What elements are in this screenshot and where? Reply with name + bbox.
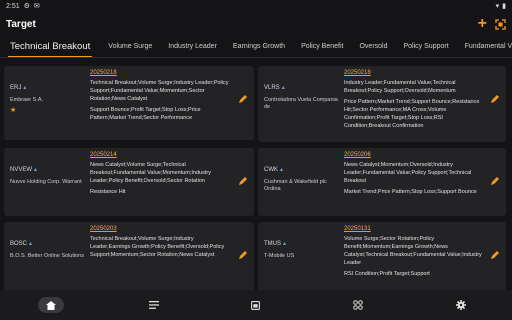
nav-grid[interactable] [345, 297, 371, 313]
company-name: B.O.S. Better Online Solutions [10, 253, 84, 259]
add-icon[interactable]: + [478, 16, 487, 32]
target-card[interactable]: ERJ ▴ Embraer S.A. ★ 20250218 Technical B… [4, 66, 254, 140]
bottom-navigation [0, 290, 512, 320]
signal-date: 20250218 [344, 70, 371, 76]
us-flag-icon: ▴ [34, 167, 38, 173]
page-title: Target [6, 18, 36, 30]
scan-icon[interactable] [495, 18, 506, 30]
signal-tags: Volume Surge;Sector Rotation;Policy Bene… [344, 236, 482, 266]
edit-icon[interactable] [490, 176, 500, 186]
ticker-symbol: VLRS [264, 84, 280, 91]
technical-tags: Price Pattern;Market Trend;Support Bounc… [344, 98, 480, 129]
tab-technical-breakout[interactable]: Technical Breakout [0, 36, 100, 57]
calendar-icon [251, 300, 261, 310]
tab-volume-surge[interactable]: Volume Surge [100, 36, 160, 57]
tab-policy-support[interactable]: Policy Support [396, 36, 457, 57]
settings-status-icon: ⚙ [23, 2, 30, 10]
ticker-symbol: BOSC [10, 240, 28, 247]
company-name: T-Mobile US [264, 253, 295, 259]
signal-date: 20250214 [90, 152, 117, 158]
signal-tags: Industry Leader;Fundamental Value;Techni… [344, 80, 456, 94]
ticker-symbol: TMUS [264, 240, 281, 247]
battery-icon: ▮ [502, 2, 506, 10]
edit-icon[interactable] [238, 176, 248, 186]
signal-date: 20250218 [90, 70, 117, 76]
edit-icon[interactable] [238, 250, 248, 260]
tab-earnings-growth[interactable]: Earnings Growth [225, 36, 293, 57]
ticker-symbol: ERJ [10, 84, 22, 91]
edit-icon[interactable] [490, 250, 500, 260]
grid-icon [353, 300, 364, 310]
company-name: Embraer S.A. [10, 97, 44, 103]
company-name: Nuvve Holding Corp. Warrant [10, 179, 82, 185]
technical-tags: Support Bounce;Profit Target;Stop Loss;P… [90, 106, 201, 121]
technical-tags: Resistance Hit [90, 188, 126, 195]
tab-oversold[interactable]: Oversold [351, 36, 395, 57]
nav-calendar[interactable] [243, 297, 269, 313]
us-flag-icon: ▴ [281, 85, 285, 91]
company-name: Cushman & Wakefield plc Ordina [264, 179, 327, 193]
target-card[interactable]: TMUS ▴ T-Mobile US 20250131 Volume Surge;… [258, 222, 506, 290]
signal-date: 20250206 [344, 152, 371, 158]
status-bar: 2:51 ⚙ ✉ ▾ ▮ [0, 0, 512, 12]
ticker-symbol: CWK [264, 166, 278, 173]
target-card[interactable]: BOSC ▴ B.O.S. Better Online Solutions 202… [4, 222, 254, 290]
wifi-icon: ▾ [495, 2, 500, 10]
nav-settings[interactable] [448, 297, 474, 313]
technical-tags: RSI Condition;Profit Target;Support [344, 270, 430, 277]
home-icon [46, 300, 57, 310]
tab-policy-benefit[interactable]: Policy Benefit [293, 36, 351, 57]
tab-industry-leader[interactable]: Industry Leader [160, 36, 225, 57]
star-icon[interactable]: ★ [10, 106, 88, 114]
edit-icon[interactable] [490, 94, 500, 104]
nav-list[interactable] [141, 297, 167, 313]
signal-tags: News Catalyst;Momentum;Oversold;Industry… [344, 162, 472, 184]
signal-date: 20250203 [90, 226, 117, 232]
us-flag-icon: ▴ [283, 241, 287, 247]
target-card[interactable]: CWK ▴ Cushman & Wakefield plc Ordina 2025… [258, 148, 506, 216]
status-time: 2:51 [6, 2, 20, 10]
settings-icon [455, 300, 466, 310]
us-flag-icon: ▴ [29, 241, 33, 247]
category-tabs: Technical Breakout Volume Surge Industry… [0, 36, 512, 58]
us-flag-icon: ▴ [280, 167, 284, 173]
company-name: Controladora Vuela Compania de [264, 97, 338, 111]
target-card[interactable]: NVVEW ▴ Nuvve Holding Corp. Warrant 20250… [4, 148, 254, 216]
list-icon [148, 301, 159, 309]
mail-status-icon: ✉ [33, 2, 40, 10]
us-flag-icon: ▴ [23, 85, 27, 91]
technical-tags: Market Trend;Price Pattern;Stop Loss;Sup… [344, 188, 477, 195]
signal-date: 20250131 [344, 226, 371, 232]
target-card[interactable]: VLRS ▴ Controladora Vuela Compania de 202… [258, 66, 506, 142]
tab-fundamental-value[interactable]: Fundamental Value [457, 36, 512, 57]
edit-icon[interactable] [238, 94, 248, 104]
target-list[interactable]: ERJ ▴ Embraer S.A. ★ 20250218 Technical B… [0, 58, 512, 290]
signal-tags: Technical Breakout;Volume Surge;Industry… [90, 236, 225, 258]
nav-home[interactable] [38, 297, 65, 313]
signal-tags: Technical Breakout;Volume Surge;Industry… [90, 80, 229, 102]
signal-tags: News Catalyst;Volume Surge;Technical Bre… [90, 162, 211, 184]
ticker-symbol: NVVEW [10, 166, 33, 173]
app-bar: Target + [0, 12, 512, 36]
